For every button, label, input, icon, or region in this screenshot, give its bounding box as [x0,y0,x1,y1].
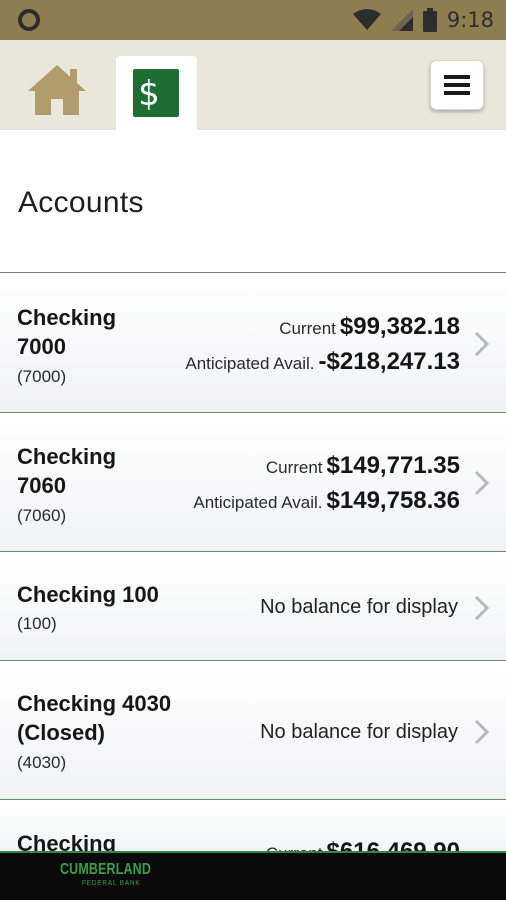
svg-text:$: $ [138,74,160,114]
account-row[interactable]: Checking 7060 (7060) Current $149,771.35… [0,412,506,551]
status-icons: 9:18 [352,8,494,32]
chevron-right-icon [474,595,490,621]
current-value: $99,382.18 [339,313,460,340]
page-title: Accounts [18,186,144,219]
battery-icon [422,8,437,32]
account-name: Checking 7000 [17,305,117,359]
bank-logo: CUMBERLAND FEDERAL BANK [60,861,156,889]
anticipated-label: Anticipated Avail. [193,493,323,512]
account-row[interactable]: Checking Current $616,469.90 [0,799,506,865]
signal-icon [390,9,413,31]
no-balance-text: No balance for display [260,596,458,618]
current-label: Current [279,319,336,338]
status-bar: 9:18 [0,0,506,40]
no-balance-text: No balance for display [260,721,458,743]
hamburger-menu-icon [444,75,470,95]
account-row[interactable]: Checking 4030 (Closed) (4030) No balance… [0,660,506,799]
accounts-tab[interactable]: $ [116,56,197,130]
menu-button[interactable] [430,60,484,110]
anticipated-value: $149,758.36 [326,487,460,514]
status-time: 9:18 [446,8,494,32]
wifi-icon [352,9,381,30]
chevron-right-icon [474,470,490,496]
anticipated-balance: Anticipated Avail. $149,758.36 [193,487,460,515]
bank-logo-text: CUMBERLAND [60,861,151,878]
current-label: Current [265,458,323,477]
account-row[interactable]: Checking 7000 (7000) Current $99,382.18 … [0,272,506,412]
account-number: (7060) [17,506,67,525]
account-row[interactable]: Checking 100 (100) No balance for displa… [0,551,506,660]
account-name: Checking 7060 [17,444,117,498]
anticipated-value: -$218,247.13 [318,348,460,375]
account-name: Checking 100 [17,582,159,607]
dollar-bills-icon: $ [132,69,179,117]
current-value: $149,771.35 [326,452,460,479]
home-button[interactable] [26,62,88,118]
status-circle-icon [18,9,40,31]
chevron-right-icon [474,719,490,745]
current-balance: Current $149,771.35 [266,452,460,480]
current-balance: Current $99,382.18 [279,313,460,341]
account-number: (4030) [17,753,67,772]
bank-logo-subtext: FEDERAL BANK [82,880,141,887]
top-navigation: $ [0,40,506,130]
account-number: (7000) [17,367,67,386]
account-list: Checking 7000 (7000) Current $99,382.18 … [0,272,506,865]
anticipated-label: Anticipated Avail. [185,354,315,373]
account-number: (100) [17,614,57,633]
anticipated-balance: Anticipated Avail. -$218,247.13 [185,348,460,376]
home-icon [28,65,86,115]
footer-bar: CUMBERLAND FEDERAL BANK [0,851,506,900]
chevron-right-icon [474,331,490,357]
account-name: Checking 4030 (Closed) [17,691,172,745]
